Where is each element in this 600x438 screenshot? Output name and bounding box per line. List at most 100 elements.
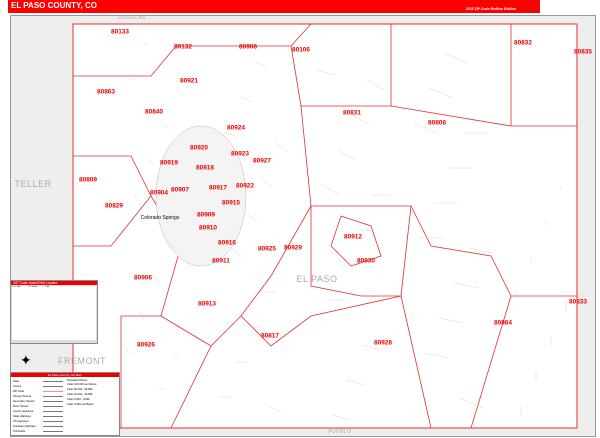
minor-street — [336, 149, 356, 161]
legend-line-swatch — [43, 386, 63, 387]
zip-label: 80916 — [217, 239, 237, 247]
minor-street — [259, 176, 273, 188]
zip-label: 80923 — [230, 150, 250, 158]
minor-street — [244, 211, 258, 223]
zip-boundary-line — [73, 155, 152, 247]
legend-item: Toll Roads — [13, 429, 63, 434]
minor-street — [152, 273, 160, 285]
zip-label: 80909 — [196, 211, 216, 219]
county-label: DOUGLAS — [118, 15, 146, 21]
minor-street — [316, 69, 336, 76]
zip-label: 80831 — [342, 109, 362, 117]
legend-label: Cities 4,999 and Below — [67, 403, 94, 406]
title-bar: EL PASO COUNTY, CO 2023 ZIP Code Redline… — [8, 0, 592, 13]
zip-label: 80907 — [170, 186, 190, 194]
minor-street — [254, 61, 268, 68]
legend-label: Interstate Highways — [13, 425, 36, 428]
county-label: EL PASO — [296, 274, 338, 284]
legend-label: Primary Streets — [13, 395, 31, 398]
legend-label: County Highways — [13, 410, 34, 413]
minor-street — [453, 282, 479, 289]
legend-label: US Highways — [13, 420, 29, 423]
map-title: EL PASO COUNTY, CO — [11, 1, 97, 10]
index-rows: ZIP Code ZIP Name Grid — [12, 286, 96, 340]
zip-boundary-line — [390, 105, 577, 127]
minor-street — [331, 414, 351, 421]
minor-street — [147, 158, 155, 165]
zip-label: 80915 — [221, 199, 241, 207]
legend-line-swatch — [43, 431, 63, 432]
zip-label: 80840 — [144, 108, 164, 116]
zip-boundary-line — [160, 315, 212, 347]
index-column-header: ZIP Code — [12, 286, 21, 288]
zip-label: 80817 — [260, 332, 280, 340]
zip-boundary-line — [470, 295, 512, 429]
zip-label: 80927 — [252, 157, 272, 165]
legend-label: Cities 5,000 - 9,999 — [67, 398, 90, 401]
minor-street — [239, 96, 253, 103]
legend-line-swatch — [43, 421, 63, 422]
zip-label: 80917 — [208, 184, 228, 192]
zip-label: 80132 — [173, 43, 193, 51]
zip-index-table: ZIP Code Index/Grid Locator ZIP Code ZIP … — [10, 280, 98, 344]
minor-street — [438, 317, 464, 324]
legend-line-swatch — [43, 416, 63, 417]
zip-label: 80809 — [78, 176, 98, 184]
legend-label: State Highways — [13, 415, 32, 418]
zip-label: 80926 — [136, 341, 156, 349]
minor-street — [428, 87, 454, 99]
zip-label: 80833 — [568, 298, 588, 306]
legend-label: Cities 50,000 - 99,999 — [67, 388, 93, 391]
index-title: ZIP Code Index/Grid Locator — [11, 281, 97, 285]
zip-label: 80106 — [291, 46, 311, 54]
minor-street — [321, 184, 341, 196]
county-label: FREMONT — [58, 356, 106, 366]
city-label: Colorado Springs — [140, 215, 180, 221]
legend: El Paso County, CO Map State County ZIP Co… — [10, 372, 120, 436]
legend-label: Cities 10,000 - 49,999 — [67, 393, 93, 396]
adjacent-county-area — [577, 16, 595, 436]
zip-boundary-line — [290, 24, 392, 107]
county-label: PUEBLO — [328, 429, 352, 435]
legend-title: El Paso County, CO Map — [11, 373, 119, 377]
legend-label: Secondary Streets — [13, 400, 35, 403]
zip-boundary-line — [400, 205, 432, 429]
brand-logo — [540, 0, 592, 13]
index-column-header: ZIP Name — [28, 286, 38, 288]
minor-street — [137, 308, 145, 320]
legend-line-swatch — [43, 381, 63, 382]
minor-street — [346, 379, 366, 386]
zip-label: 80133 — [110, 28, 130, 36]
zip-label: 80863 — [96, 88, 116, 96]
minor-street — [423, 352, 449, 359]
legend-label: County — [13, 385, 22, 388]
zip-label: 80920 — [189, 144, 209, 152]
zip-label: 80928 — [373, 339, 393, 347]
index-column-header: Grid — [45, 286, 50, 288]
zip-label: 80918 — [195, 164, 215, 172]
legend-label: Cities 100,000 and Above — [67, 383, 97, 386]
minor-street — [132, 193, 140, 200]
zip-label: 80906 — [133, 274, 153, 282]
compass-rose-icon: ✦ — [20, 352, 32, 368]
zip-label: 80922 — [235, 182, 255, 190]
zip-label: 80904 — [149, 189, 169, 197]
zip-label: 80829 — [104, 202, 124, 210]
zip-label: 80808 — [427, 119, 447, 127]
zip-label: 80911 — [212, 257, 230, 265]
zip-label: 80832 — [513, 39, 533, 47]
legend-line-swatch — [43, 391, 63, 392]
county-label: TELLER — [14, 179, 52, 189]
legend-label: State — [13, 380, 20, 383]
zip-label: 80910 — [198, 224, 218, 232]
minor-street — [229, 246, 243, 258]
legend-label: Minor Streets — [13, 405, 29, 408]
minor-street — [351, 114, 371, 126]
zip-label: 80921 — [179, 77, 199, 85]
legend-place-item: Cities 4,999 and Below — [67, 402, 117, 407]
legend-line-swatch — [43, 406, 63, 407]
minor-street — [274, 141, 288, 153]
legend-label: Toll Roads — [13, 430, 26, 433]
zip-label: 80864 — [493, 319, 513, 327]
zip-label: 80930 — [356, 257, 376, 265]
